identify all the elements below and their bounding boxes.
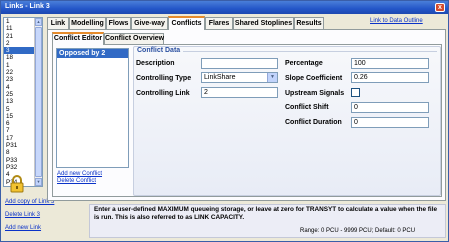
scroll-down-icon[interactable]: ▼ (35, 178, 42, 186)
conflict-shift-field[interactable]: 0 (351, 102, 429, 113)
tab-shared-stoplines[interactable]: Shared Stoplines (233, 17, 294, 29)
controlling-link-field[interactable]: 2 (201, 87, 278, 98)
controlling-type-select[interactable]: LinkShare ▼ (201, 72, 278, 83)
conflict-duration-field[interactable]: 0 (351, 117, 429, 128)
controlling-link-label: Controlling Link (136, 90, 190, 97)
lock-icon (10, 175, 24, 193)
delete-link-link[interactable]: Delete Link 3 (5, 212, 40, 218)
conflict-data-title: Conflict Data (137, 47, 181, 54)
scroll-up-icon[interactable]: ▲ (35, 18, 42, 26)
tab-link[interactable]: Link (47, 17, 69, 29)
chevron-down-icon[interactable]: ▼ (267, 73, 277, 82)
data-outline-link[interactable]: Link to Data Outline (370, 18, 423, 24)
delete-conflict-link[interactable]: Delete Conflict (57, 178, 96, 184)
tab-conflict-overview[interactable]: Conflict Overview (104, 33, 164, 44)
slope-coefficient-field[interactable]: 0.26 (351, 72, 429, 83)
conflict-duration-label: Conflict Duration (285, 119, 342, 126)
percentage-field[interactable]: 100 (351, 58, 429, 69)
upstream-signals-checkbox[interactable] (351, 88, 360, 97)
link-list-scrollbar[interactable]: ▲ ▼ (34, 18, 42, 186)
tab-give-way[interactable]: Give-way (131, 17, 168, 29)
window-title: Links - Link 3 (5, 3, 50, 10)
tab-conflict-editor[interactable]: Conflict Editor (52, 32, 104, 45)
range-text: Range: 0 PCU - 9999 PCU; Default: 0 PCU (300, 228, 416, 234)
tab-flows[interactable]: Flows (106, 17, 131, 29)
help-text: Enter a user-defined MAXIMUM queueing st… (94, 206, 438, 221)
scroll-thumb[interactable] (35, 27, 42, 177)
percentage-label: Percentage (285, 60, 323, 67)
link-list[interactable]: 1 11 21 2 3 18 1 22 23 4 25 13 5 15 6 7 17 P31 8 P33 P32 4 P34… (3, 17, 43, 187)
upstream-signals-label: Upstream Signals (285, 90, 345, 97)
title-bar: Links - Link 3 x (1, 1, 448, 14)
controlling-type-value: LinkShare (204, 74, 236, 81)
conflict-list[interactable]: Opposed by 2 (56, 48, 129, 168)
conflict-data-divider (183, 51, 437, 52)
slope-coefficient-label: Slope Coefficient (285, 75, 343, 82)
description-field[interactable] (201, 58, 278, 69)
conflict-shift-label: Conflict Shift (285, 104, 329, 111)
add-new-link-link[interactable]: Add new Link (5, 225, 41, 231)
tab-conflicts[interactable]: Conflicts (168, 16, 205, 30)
close-button[interactable]: x (435, 3, 445, 12)
tab-results[interactable]: Results (294, 17, 324, 29)
description-label: Description (136, 60, 175, 67)
add-conflict-link[interactable]: Add new Conflict (57, 171, 102, 177)
tab-modelling[interactable]: Modelling (69, 17, 106, 29)
controlling-type-label: Controlling Type (136, 75, 192, 82)
conflict-list-item[interactable]: Opposed by 2 (57, 49, 128, 58)
tab-flares[interactable]: Flares (205, 17, 233, 29)
